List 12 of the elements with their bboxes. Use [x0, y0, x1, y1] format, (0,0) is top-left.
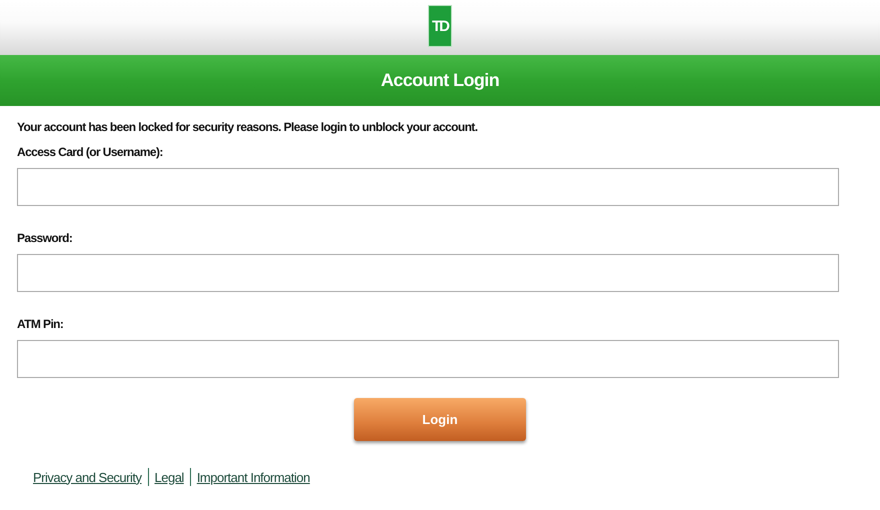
page-title: Account Login — [380, 70, 500, 91]
input-field[interactable] — [17, 168, 839, 206]
footer-link[interactable]: Legal — [154, 470, 184, 484]
logo: TD — [428, 5, 452, 47]
field-label: Access Card (or Username): — [17, 145, 164, 159]
footer-link[interactable]: Privacy and Security — [33, 470, 142, 484]
input-field[interactable] — [17, 254, 839, 292]
field-label: Password: — [17, 231, 74, 245]
message-text: Your account has been locked for security reasons. Please login to unblock your account. — [17, 120, 478, 134]
input-field[interactable] — [17, 340, 839, 378]
field-label: ATM Pin: — [17, 317, 64, 331]
footer-link[interactable]: Important Information — [196, 470, 310, 484]
